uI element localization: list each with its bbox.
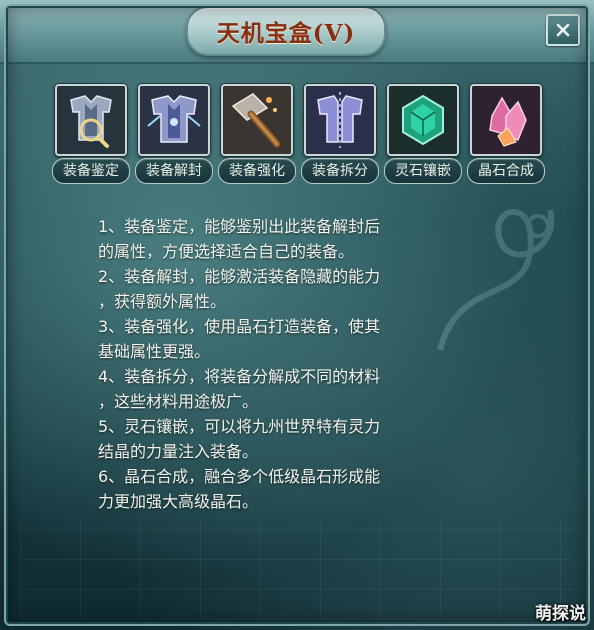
pink-crystal-icon xyxy=(472,86,540,154)
description-text: 1、装备鉴定，能够鉴别出此装备解封后 的属性，方便选择适合自己的装备。 2、装备… xyxy=(98,214,498,514)
disassemble-armor-icon xyxy=(306,86,374,154)
description-line: 2、装备解封，能够激活装备隐藏的能力 xyxy=(98,267,381,286)
appraise-armor-icon xyxy=(57,86,125,154)
tool-icon-frame[interactable] xyxy=(387,84,459,156)
tool-bar: 装备鉴定 装备解封 装备强化 装备拆分 灵石镶嵌 晶石合成 xyxy=(52,84,545,184)
tool-appraise[interactable]: 装备鉴定 xyxy=(52,84,130,184)
tool-icon-frame[interactable] xyxy=(55,84,127,156)
tool-icon-frame[interactable] xyxy=(470,84,542,156)
green-gem-icon xyxy=(389,86,457,154)
tool-icon-frame[interactable] xyxy=(138,84,210,156)
tool-icon-frame[interactable] xyxy=(221,84,293,156)
description-line: 力更加强大高级晶石。 xyxy=(98,492,259,511)
game-dialog-panel: 天机宝盒(V) 装备鉴定 装备解封 装备强化 装备拆分 灵石镶嵌 晶石合成 1、… xyxy=(0,0,594,630)
tool-label[interactable]: 装备拆分 xyxy=(301,158,379,184)
description-line: 1、装备鉴定，能够鉴别出此装备解封后 xyxy=(98,217,381,236)
title-bar[interactable]: 天机宝盒(V) xyxy=(0,0,594,64)
description-line: 基础属性更强。 xyxy=(98,342,211,361)
description-line: 5、灵石镶嵌，可以将九州世界特有灵力 xyxy=(98,417,381,436)
tool-unseal[interactable]: 装备解封 xyxy=(135,84,213,184)
description-line: 结晶的力量注入装备。 xyxy=(98,442,259,461)
tool-label[interactable]: 装备解封 xyxy=(135,158,213,184)
hammer-icon xyxy=(223,86,291,154)
description-line: ，获得额外属性。 xyxy=(98,292,227,311)
close-button[interactable] xyxy=(546,14,580,46)
close-icon xyxy=(556,23,570,37)
description-line: 3、装备强化，使用晶石打造装备，使其 xyxy=(98,317,381,336)
unseal-armor-icon xyxy=(140,86,208,154)
tool-inlay[interactable]: 灵石镶嵌 xyxy=(384,84,462,184)
description-line: 的属性，方便选择适合自己的装备。 xyxy=(98,242,355,261)
tool-label[interactable]: 晶石合成 xyxy=(467,158,545,184)
tool-label[interactable]: 灵石镶嵌 xyxy=(384,158,462,184)
tool-label[interactable]: 装备强化 xyxy=(218,158,296,184)
description-line: ，这些材料用途极广。 xyxy=(98,392,259,411)
tool-label[interactable]: 装备鉴定 xyxy=(52,158,130,184)
description-line: 4、装备拆分，将装备分解成不同的材料 xyxy=(98,367,381,386)
tool-synthesize[interactable]: 晶石合成 xyxy=(467,84,545,184)
description-line: 6、晶石合成，融合多个低级晶石形成能 xyxy=(98,467,381,486)
tool-disassemble[interactable]: 装备拆分 xyxy=(301,84,379,184)
background-floor xyxy=(20,520,574,620)
watermark: 萌探说 xyxy=(535,604,586,624)
tool-enhance[interactable]: 装备强化 xyxy=(218,84,296,184)
tool-icon-frame[interactable] xyxy=(304,84,376,156)
title-plate: 天机宝盒(V) xyxy=(186,6,386,56)
window-title: 天机宝盒(V) xyxy=(216,20,356,47)
